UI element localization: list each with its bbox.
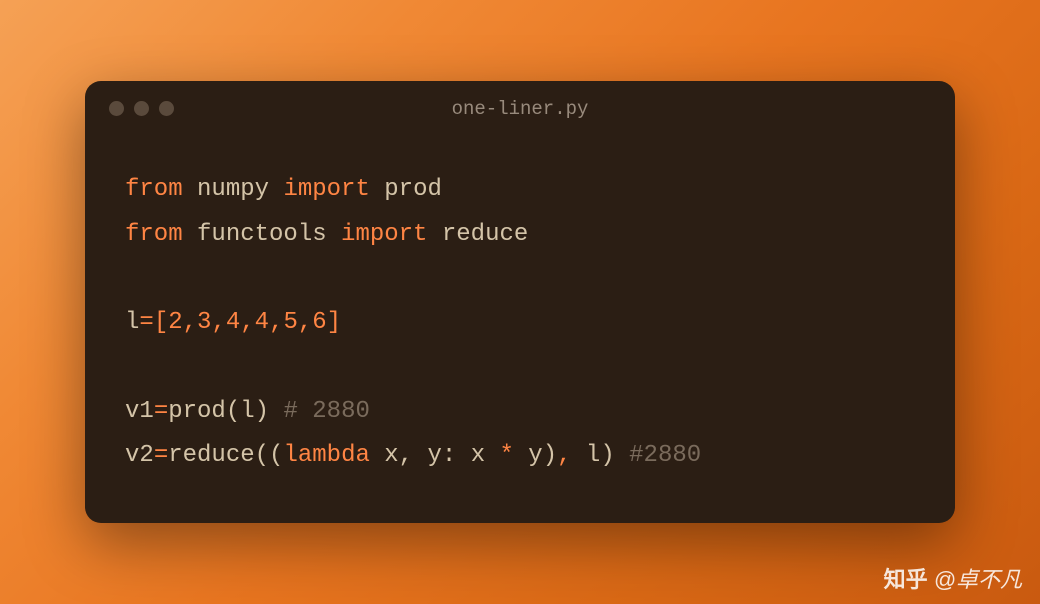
star-operator: * bbox=[500, 442, 514, 469]
paren-close: ) bbox=[543, 442, 557, 469]
module-name: numpy bbox=[197, 176, 269, 203]
variable: v1 bbox=[125, 398, 154, 425]
code-content: from numpy import prod from functools im… bbox=[85, 128, 955, 523]
paren-close: ) bbox=[600, 442, 614, 469]
watermark: 知乎 @卓不凡 bbox=[884, 562, 1022, 594]
comma: , bbox=[269, 309, 283, 336]
watermark-logo: 知乎 bbox=[884, 562, 928, 594]
keyword-import: import bbox=[341, 221, 427, 248]
number-literal: 2 bbox=[168, 309, 182, 336]
module-name: functools bbox=[197, 221, 327, 248]
number-literal: 4 bbox=[255, 309, 269, 336]
comment: # 2880 bbox=[283, 398, 369, 425]
close-icon[interactable] bbox=[109, 101, 124, 116]
code-line-blank bbox=[125, 346, 915, 390]
keyword-lambda: lambda bbox=[283, 442, 369, 469]
code-line-7: v2=reduce((lambda x, y: x * y), l) #2880 bbox=[125, 434, 915, 478]
paren-open: ( bbox=[269, 442, 283, 469]
function-name: prod bbox=[168, 398, 226, 425]
code-line-4: l=[2,3,4,4,5,6] bbox=[125, 301, 915, 345]
file-title: one-liner.py bbox=[452, 98, 589, 120]
code-line-blank bbox=[125, 257, 915, 301]
keyword-from: from bbox=[125, 221, 183, 248]
minimize-icon[interactable] bbox=[134, 101, 149, 116]
function-name: reduce bbox=[168, 442, 254, 469]
bracket-open: [ bbox=[154, 309, 168, 336]
equals-operator: = bbox=[154, 442, 168, 469]
paren-close: ) bbox=[255, 398, 269, 425]
code-window: one-liner.py from numpy import prod from… bbox=[85, 81, 955, 523]
argument: l bbox=[240, 398, 254, 425]
code-line-1: from numpy import prod bbox=[125, 168, 915, 212]
maximize-icon[interactable] bbox=[159, 101, 174, 116]
keyword-from: from bbox=[125, 176, 183, 203]
bracket-close: ] bbox=[327, 309, 341, 336]
number-literal: 5 bbox=[283, 309, 297, 336]
import-name: prod bbox=[384, 176, 442, 203]
comment: #2880 bbox=[629, 442, 701, 469]
window-controls bbox=[109, 101, 174, 116]
code-line-6: v1=prod(l) # 2880 bbox=[125, 390, 915, 434]
import-name: reduce bbox=[442, 221, 528, 248]
number-literal: 4 bbox=[226, 309, 240, 336]
comma: , bbox=[298, 309, 312, 336]
comma: , bbox=[183, 309, 197, 336]
lambda-body: y bbox=[514, 442, 543, 469]
equals-operator: = bbox=[139, 309, 153, 336]
paren-open: ( bbox=[255, 442, 269, 469]
number-literal: 6 bbox=[312, 309, 326, 336]
keyword-import: import bbox=[283, 176, 369, 203]
comma: , bbox=[557, 442, 571, 469]
lambda-params: x, y: x bbox=[370, 442, 500, 469]
variable: l bbox=[125, 309, 139, 336]
title-bar: one-liner.py bbox=[85, 81, 955, 128]
variable: v2 bbox=[125, 442, 154, 469]
code-line-2: from functools import reduce bbox=[125, 213, 915, 257]
comma: , bbox=[240, 309, 254, 336]
argument: l bbox=[572, 442, 601, 469]
paren-open: ( bbox=[226, 398, 240, 425]
equals-operator: = bbox=[154, 398, 168, 425]
watermark-text: @卓不凡 bbox=[934, 562, 1022, 594]
number-literal: 3 bbox=[197, 309, 211, 336]
comma: , bbox=[211, 309, 225, 336]
